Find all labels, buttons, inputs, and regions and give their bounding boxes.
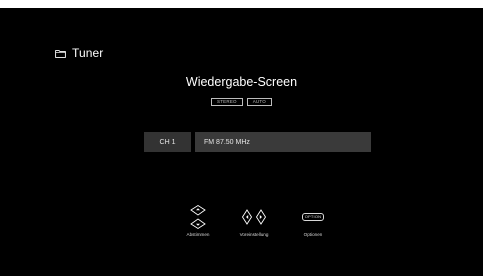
options-label: Optionen xyxy=(303,232,323,237)
source-label: Tuner xyxy=(72,46,104,60)
frequency-display: FM 87.50 MHz xyxy=(195,132,371,152)
stereo-badge: STEREO xyxy=(211,98,243,106)
preset-control[interactable]: Voreinstellung xyxy=(233,203,275,237)
channel-bar: CH 1 FM 87.50 MHz xyxy=(144,132,371,152)
preset-label: Voreinstellung xyxy=(239,232,269,237)
up-down-arrows-icon xyxy=(189,203,207,231)
tune-label: Abstimmen xyxy=(186,232,210,237)
left-right-arrows-icon xyxy=(241,203,267,231)
tune-control[interactable]: Abstimmen xyxy=(181,203,215,237)
options-control[interactable]: OPTION Optionen xyxy=(296,203,330,237)
page-title: Wiedergabe-Screen xyxy=(185,75,298,89)
source-indicator: Tuner xyxy=(55,46,103,60)
status-badges: STEREO AUTO xyxy=(0,98,483,106)
control-guide: Abstimmen Voreinstellung OPTION Optionen xyxy=(0,203,483,248)
folder-icon xyxy=(55,49,66,58)
option-button-icon[interactable]: OPTION xyxy=(301,213,325,221)
channel-number: CH 1 xyxy=(144,132,191,152)
auto-badge: AUTO xyxy=(246,98,272,106)
playback-screen: Tuner Wiedergabe-Screen STEREO AUTO CH 1… xyxy=(0,8,483,276)
